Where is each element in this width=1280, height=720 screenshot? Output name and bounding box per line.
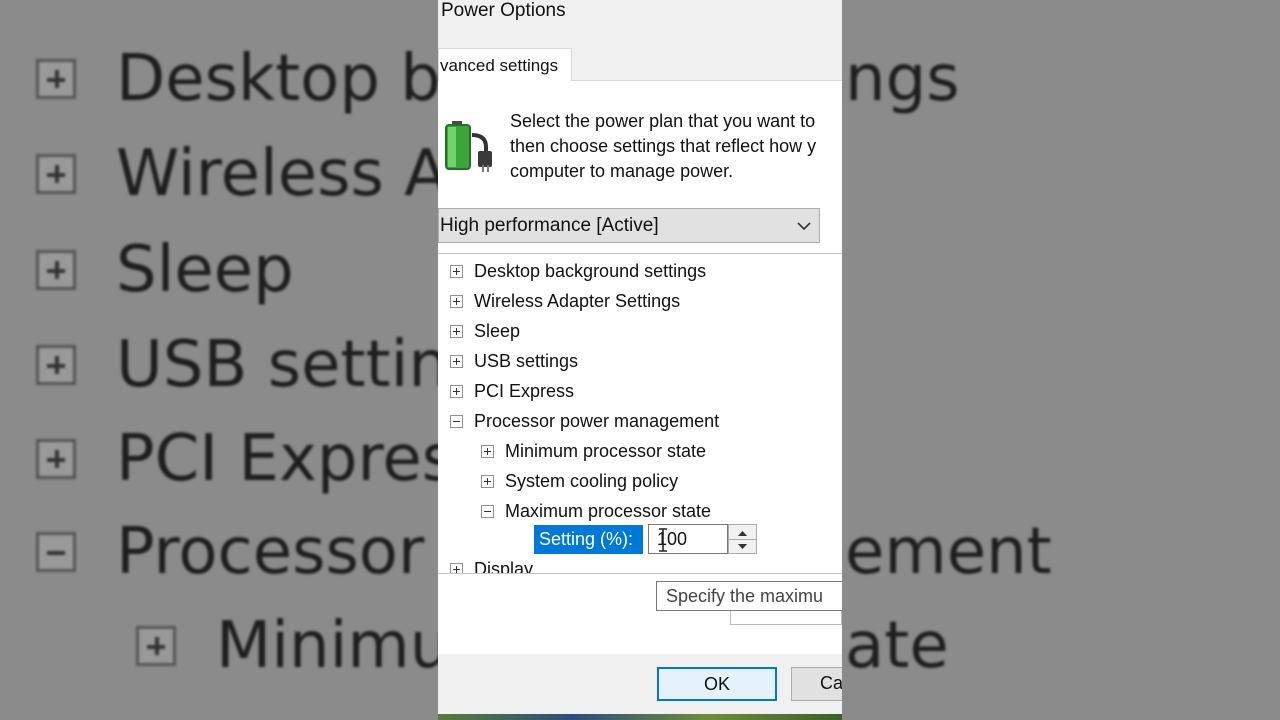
settings-tree[interactable]: Desktop background settings Wireless Ada…	[438, 253, 842, 574]
backdrop-row: Minimu	[136, 609, 450, 683]
tree-item-max-processor-state[interactable]: Maximum processor state	[481, 498, 711, 524]
arrow-down-icon	[738, 544, 747, 549]
description-line: then choose settings that reflect how y	[510, 136, 817, 156]
backdrop-text: ngs	[845, 42, 960, 116]
tree-item-label: Maximum processor state	[505, 500, 712, 521]
backdrop-row: Wireless Ad	[36, 137, 487, 211]
tree-item-label: USB settings	[474, 350, 579, 371]
tree-item-display[interactable]: Display	[450, 556, 534, 574]
minus-box-icon[interactable]	[481, 504, 494, 518]
backdrop-text: Minimu	[216, 609, 451, 683]
setting-spinner[interactable]	[728, 524, 757, 554]
tree-item-wireless-adapter[interactable]: Wireless Adapter Settings	[450, 288, 680, 314]
minus-box-icon	[36, 532, 76, 572]
backdrop-row: ement	[845, 515, 1052, 589]
backdrop-text: PCI Express	[116, 422, 489, 496]
plus-box-icon	[36, 439, 76, 479]
tree-item-label: Wireless Adapter Settings	[474, 290, 681, 311]
minus-box-icon[interactable]	[450, 414, 463, 428]
plus-box-icon	[36, 59, 76, 99]
tree-item-system-cooling[interactable]: System cooling policy	[481, 468, 678, 494]
dialog-footer	[438, 654, 842, 720]
tree-item-desktop-background[interactable]: Desktop background settings	[450, 258, 706, 284]
backdrop-text: Desktop ba	[116, 42, 481, 116]
plus-box-icon	[36, 250, 76, 290]
desktop-wallpaper-strip	[438, 714, 842, 720]
spinner-down-button[interactable]	[729, 539, 756, 553]
plus-box-icon	[36, 345, 76, 385]
battery-plug-icon	[445, 121, 492, 172]
plus-box-icon[interactable]	[450, 354, 463, 368]
tree-item-label: Minimum processor state	[505, 440, 707, 461]
description-line: Select the power plan that you want to	[510, 111, 816, 131]
plus-box-icon[interactable]	[450, 384, 463, 398]
tree-item-label: Processor power management	[474, 410, 720, 431]
arrow-up-icon	[738, 531, 747, 536]
chevron-down-icon	[797, 222, 811, 231]
backdrop-row: Processor p	[36, 515, 485, 589]
tree-item-pci-express[interactable]: PCI Express	[450, 378, 574, 404]
tree-item-label: System cooling policy	[505, 470, 679, 491]
backdrop-text: Wireless Ad	[116, 137, 488, 211]
tree-item-sleep[interactable]: Sleep	[450, 318, 520, 344]
setting-percent-label: Setting (%):	[534, 525, 643, 554]
i-beam-cursor-icon	[659, 528, 667, 552]
cancel-button[interactable]: Ca	[791, 667, 842, 701]
description-line: computer to manage power.	[510, 161, 734, 181]
plus-box-icon[interactable]	[450, 562, 463, 573]
setting-tooltip: Specify the maximu	[656, 581, 842, 611]
plus-box-icon[interactable]	[481, 444, 494, 458]
backdrop-text: ement	[845, 515, 1052, 589]
backdrop-row: ate	[845, 609, 949, 683]
plus-box-icon	[136, 626, 176, 666]
plus-box-icon[interactable]	[450, 264, 463, 278]
plus-box-icon	[36, 154, 76, 194]
backdrop-text: Processor p	[116, 515, 486, 589]
backdrop-text: Sleep	[116, 233, 294, 307]
tree-item-label: Display	[474, 558, 534, 574]
backdrop-row: Desktop ba	[36, 42, 480, 116]
backdrop-row: Sleep	[36, 233, 294, 307]
window-title: Power Options	[441, 0, 566, 21]
power-plan-dropdown[interactable]: High performance [Active]	[438, 208, 820, 243]
tree-item-label: Desktop background settings	[474, 260, 707, 281]
plus-box-icon[interactable]	[450, 294, 463, 308]
tree-item-min-processor-state[interactable]: Minimum processor state	[481, 438, 706, 464]
tree-item-processor-power[interactable]: Processor power management	[450, 408, 719, 434]
backdrop-row: ngs	[845, 42, 960, 116]
tree-item-label: PCI Express	[474, 380, 575, 401]
power-options-dialog: Power Options vanced settings Select the…	[438, 0, 842, 720]
tooltip-shadow	[730, 611, 842, 625]
spinner-up-button[interactable]	[729, 525, 756, 540]
tree-item-usb[interactable]: USB settings	[450, 348, 578, 374]
ok-button[interactable]: OK	[657, 667, 777, 701]
plan-description: Select the power plan that you want to t…	[510, 109, 842, 184]
plus-box-icon[interactable]	[450, 324, 463, 338]
power-plan-selected: High performance [Active]	[440, 215, 659, 236]
plus-box-icon[interactable]	[481, 474, 494, 488]
backdrop-row: PCI Express	[36, 422, 488, 496]
tab-advanced-settings[interactable]: vanced settings	[438, 48, 572, 81]
tree-item-label: Sleep	[474, 320, 521, 341]
backdrop-text: ate	[845, 609, 949, 683]
